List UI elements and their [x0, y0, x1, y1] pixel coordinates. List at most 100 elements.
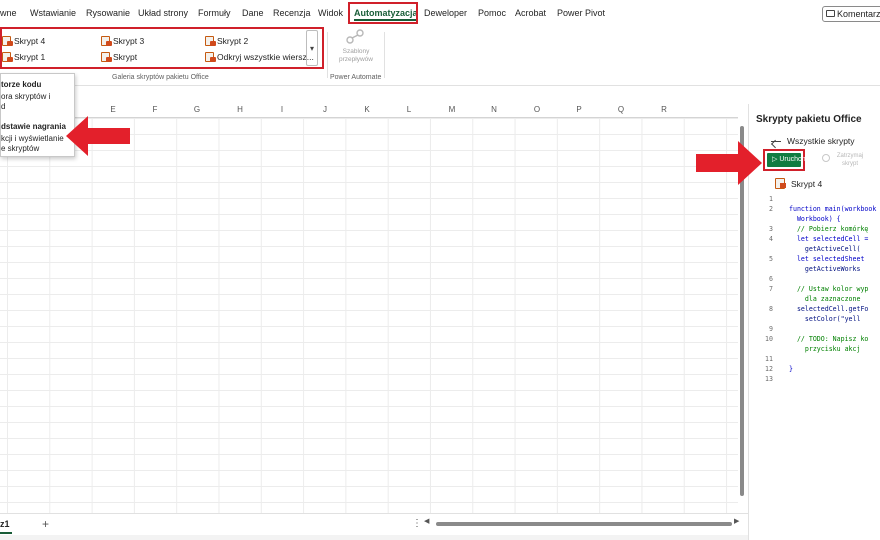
code-line[interactable]: 2 function main(workbook: [749, 204, 880, 214]
add-sheet-button[interactable]: +: [42, 517, 49, 531]
code-line[interactable]: 8 selectedCell.getFo: [749, 304, 880, 314]
back-arrow-icon[interactable]: [771, 141, 781, 142]
code-line[interactable]: 7 // Ustaw kolor wyp: [749, 284, 880, 294]
tab-review[interactable]: Recenzja: [273, 8, 311, 18]
code-line[interactable]: Workbook) {: [749, 214, 880, 224]
flow-templates-button[interactable]: Szablony przepływów: [336, 48, 376, 64]
flow-templates-icon: [346, 29, 364, 44]
tab-draw[interactable]: Rysowanie: [86, 8, 130, 18]
scroll-right-icon[interactable]: ▶: [734, 517, 739, 525]
more-options-icon[interactable]: ⋮: [412, 518, 422, 529]
column-header[interactable]: N: [473, 105, 515, 114]
menu-item-title[interactable]: torze kodu: [1, 80, 41, 89]
line-number: 1: [769, 195, 773, 203]
all-scripts-link[interactable]: Wszystkie skrypty: [787, 136, 855, 146]
code-line[interactable]: 1: [749, 194, 880, 204]
cell-grid[interactable]: [0, 118, 738, 513]
comments-button[interactable]: Komentarze: [822, 6, 880, 22]
code-line[interactable]: 10 // TODO: Napisz ko: [749, 334, 880, 344]
code-line[interactable]: 9: [749, 324, 880, 334]
comment-icon: [826, 10, 835, 17]
code-text: getActiveWorks: [789, 265, 861, 273]
column-header[interactable]: F: [134, 105, 176, 114]
column-header[interactable]: K: [346, 105, 388, 114]
code-line[interactable]: przycisku akcj: [749, 344, 880, 354]
gallery-more-button[interactable]: ▾: [306, 30, 318, 66]
column-header[interactable]: P: [558, 105, 600, 114]
line-number: 3: [769, 225, 773, 233]
line-number: 4: [769, 235, 773, 243]
script-icon: [205, 36, 216, 46]
tab-developer[interactable]: Deweloper: [424, 8, 467, 18]
script-item[interactable]: Odkryj wszystkie wiersz...: [205, 52, 314, 62]
column-header[interactable]: L: [388, 105, 430, 114]
menu-item-desc: kcji i wyświetlanie: [1, 134, 64, 143]
automate-tab-highlight: [348, 2, 418, 24]
tab-formulas[interactable]: Formuły: [198, 8, 231, 18]
worksheet-grid[interactable]: E F G H I J K L M N O P Q R: [0, 104, 738, 513]
line-number: 5: [769, 255, 773, 263]
column-header[interactable]: Q: [600, 105, 642, 114]
column-header[interactable]: O: [516, 105, 558, 114]
code-line[interactable]: dla zaznaczone: [749, 294, 880, 304]
tab-acrobat[interactable]: Acrobat: [515, 8, 546, 18]
pane-title: Skrypty pakietu Office: [756, 114, 862, 125]
code-line[interactable]: 6: [749, 274, 880, 284]
code-editor[interactable]: 1 2 function main(workbook Workbook) {3 //…: [749, 194, 880, 384]
tab-power-pivot[interactable]: Power Pivot: [557, 8, 605, 18]
code-line[interactable]: 4 let selectedCell =: [749, 234, 880, 244]
script-item[interactable]: Skrypt 3: [101, 36, 144, 46]
script-item[interactable]: Skrypt 1: [2, 52, 45, 62]
tab-help[interactable]: Pomoc: [478, 8, 506, 18]
script-icon: [205, 52, 216, 62]
code-line[interactable]: getActiveWorks: [749, 264, 880, 274]
code-line[interactable]: setColor("yell: [749, 314, 880, 324]
line-number: 2: [769, 205, 773, 213]
code-text: }: [789, 365, 793, 373]
ribbon: Skrypt 4 Skrypt 3 Skrypt 2 Skrypt 1 Skry…: [0, 26, 880, 86]
column-header[interactable]: G: [176, 105, 218, 114]
script-icon: [101, 52, 112, 62]
column-header[interactable]: J: [304, 105, 346, 114]
code-text: // Pobierz komórkę: [789, 225, 869, 233]
code-text: let selectedCell =: [789, 235, 869, 243]
horizontal-scrollbar[interactable]: ◀ ▶: [424, 517, 740, 528]
script-item[interactable]: Skrypt 2: [205, 36, 248, 46]
column-header[interactable]: M: [431, 105, 473, 114]
code-text: setColor("yell: [789, 315, 861, 323]
run-button[interactable]: ▷ Uruchom: [767, 153, 808, 167]
sheet-tabs-bar: z1 + ⋮ ◀ ▶: [0, 513, 748, 535]
column-header[interactable]: H: [219, 105, 261, 114]
script-item[interactable]: Skrypt: [101, 52, 137, 62]
sheet-tab[interactable]: z1: [0, 514, 12, 534]
line-number: 13: [765, 375, 773, 383]
tab-view[interactable]: Widok: [318, 8, 343, 18]
code-line[interactable]: 11: [749, 354, 880, 364]
chevron-down-icon: ▾: [309, 44, 314, 53]
code-line[interactable]: 13: [749, 374, 880, 384]
column-header[interactable]: E: [92, 105, 134, 114]
tab-data[interactable]: Dane: [242, 8, 264, 18]
tab-page-layout[interactable]: Układ strony: [138, 8, 188, 18]
script-gallery: [0, 27, 324, 69]
power-automate-group-label: Power Automate: [330, 74, 382, 81]
column-header[interactable]: I: [261, 105, 303, 114]
gallery-group-label: Galeria skryptów pakietu Office: [112, 74, 209, 81]
script-item[interactable]: Skrypt 4: [2, 36, 45, 46]
code-line[interactable]: getActiveCell(: [749, 244, 880, 254]
office-scripts-pane: Skrypty pakietu Office Wszystkie skrypty…: [748, 104, 880, 540]
code-text: getActiveCell(: [789, 245, 861, 253]
scroll-left-icon[interactable]: ◀: [424, 517, 429, 525]
column-header[interactable]: R: [643, 105, 685, 114]
code-line[interactable]: 3 // Pobierz komórkę: [749, 224, 880, 234]
stop-script-button[interactable]: Zatrzymaj skrypt: [835, 152, 865, 168]
menu-item-title[interactable]: dstawie nagrania: [1, 122, 66, 131]
scroll-thumb[interactable]: [436, 522, 732, 526]
code-line[interactable]: 5 let selectedSheet: [749, 254, 880, 264]
tab-insert[interactable]: Wstawianie: [30, 8, 76, 18]
code-text: dla zaznaczone: [789, 295, 861, 303]
tab-home[interactable]: wne: [0, 8, 17, 18]
group-divider: [327, 32, 328, 78]
code-text: // TODO: Napisz ko: [789, 335, 869, 343]
code-line[interactable]: 12}: [749, 364, 880, 374]
